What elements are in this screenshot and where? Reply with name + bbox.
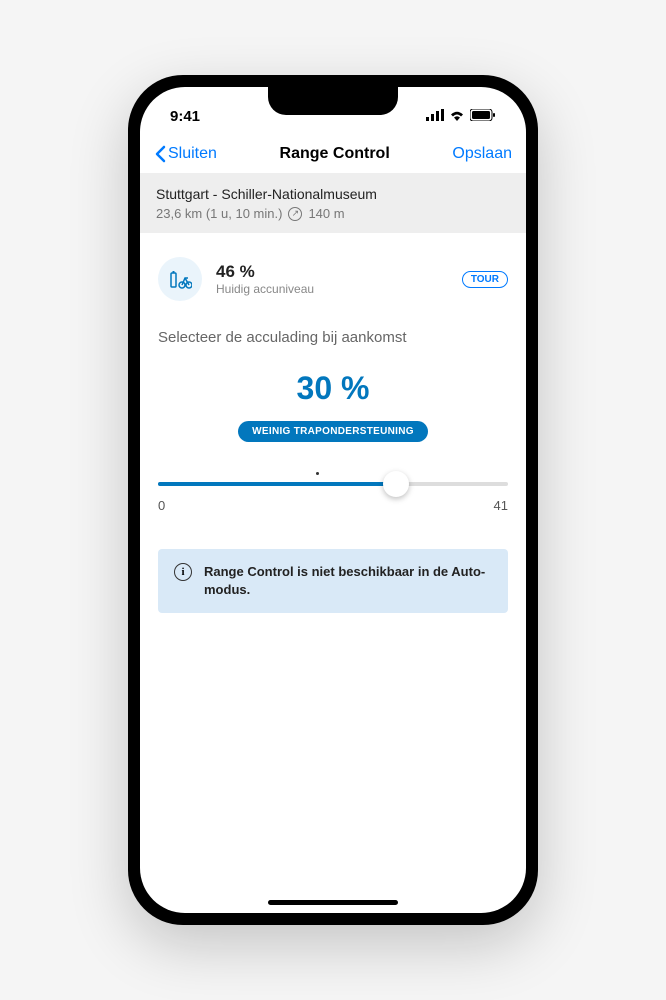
bike-battery-icon: [158, 257, 202, 301]
content: 46 % Huidig accuniveau TOUR Selecteer de…: [140, 233, 526, 913]
status-time: 9:41: [170, 108, 200, 125]
home-indicator[interactable]: [268, 900, 398, 905]
current-battery-label: Huidig accuniveau: [216, 282, 448, 296]
signal-icon: [426, 108, 444, 125]
route-elevation: 140 m: [308, 206, 344, 221]
phone-frame: 9:41 Sluiten Range Control Opslaan: [128, 75, 538, 925]
info-icon: i: [174, 563, 192, 581]
battery-info: 46 % Huidig accuniveau: [216, 262, 448, 296]
back-button[interactable]: Sluiten: [154, 145, 217, 163]
slider-thumb[interactable]: [383, 471, 409, 497]
page-title: Range Control: [280, 145, 390, 163]
slider-range-labels: 0 41: [158, 498, 508, 513]
save-button[interactable]: Opslaan: [452, 145, 512, 163]
status-indicators: [426, 108, 496, 125]
info-box: i Range Control is niet beschikbaar in d…: [158, 549, 508, 613]
assist-level-badge: WEINIG TRAPONDERSTEUNING: [238, 421, 428, 442]
screen: 9:41 Sluiten Range Control Opslaan: [140, 87, 526, 913]
nav-bar: Sluiten Range Control Opslaan: [140, 135, 526, 174]
charge-slider[interactable]: [158, 482, 508, 486]
current-battery-percent: 46 %: [216, 262, 448, 282]
status-bar: 9:41: [140, 87, 526, 135]
route-meta: 23,6 km (1 u, 10 min.) ↗ 140 m: [156, 206, 510, 221]
slider-track: [158, 482, 508, 486]
battery-icon: [470, 108, 496, 125]
select-charge-label: Selecteer de acculading bij aankomst: [158, 329, 508, 346]
wifi-icon: [449, 108, 465, 125]
chevron-left-icon: [154, 145, 166, 163]
route-summary: Stuttgart - Schiller-Nationalmuseum 23,6…: [140, 174, 526, 233]
info-text: Range Control is niet beschikbaar in de …: [204, 563, 492, 599]
back-label: Sluiten: [168, 145, 217, 163]
route-title: Stuttgart - Schiller-Nationalmuseum: [156, 186, 510, 202]
route-distance-time: 23,6 km (1 u, 10 min.): [156, 206, 282, 221]
slider-fill: [158, 482, 396, 486]
slider-max: 41: [494, 498, 508, 513]
battery-row: 46 % Huidig accuniveau TOUR: [158, 257, 508, 301]
target-percent: 30 %: [158, 370, 508, 407]
elevation-icon: ↗: [288, 207, 302, 221]
slider-min: 0: [158, 498, 165, 513]
slider-marker: [316, 472, 319, 475]
mode-badge: TOUR: [462, 271, 508, 288]
